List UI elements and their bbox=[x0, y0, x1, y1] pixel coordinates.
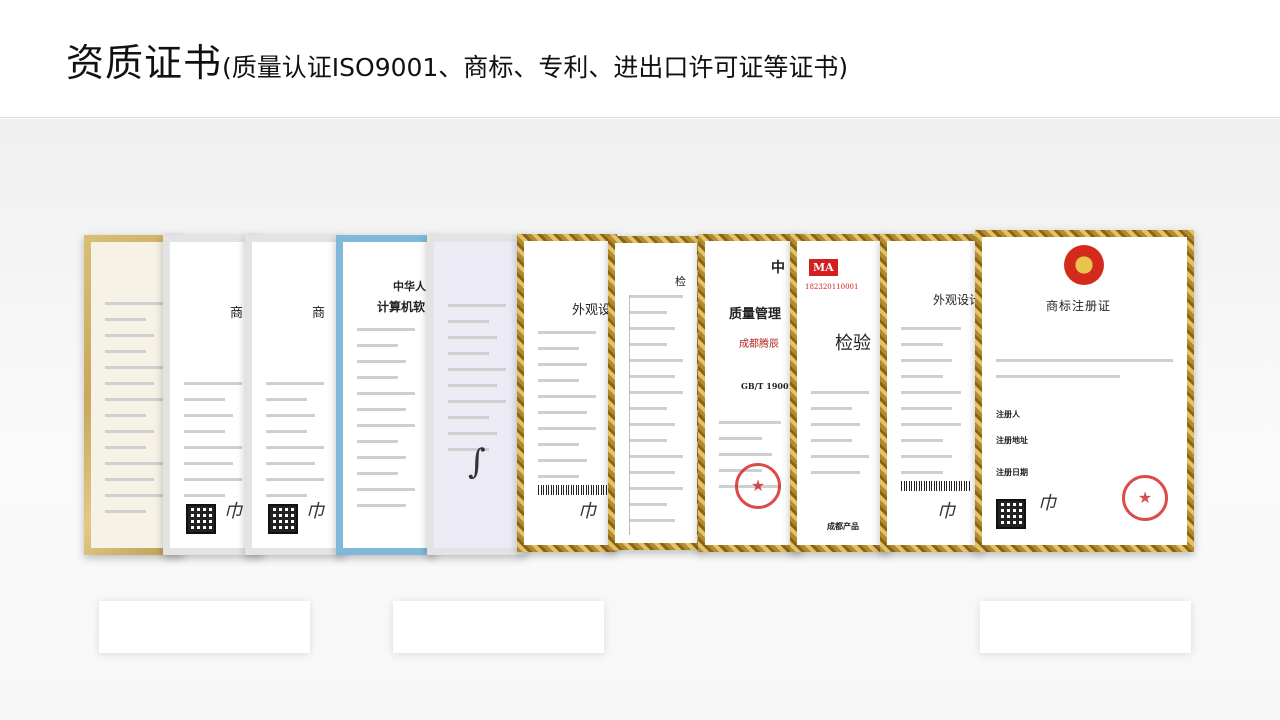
certificate-heading: 质量管理 bbox=[729, 307, 782, 322]
signature-icon: 巾 bbox=[224, 501, 242, 522]
certificate-text-lines bbox=[105, 302, 163, 526]
qr-code-icon bbox=[268, 504, 298, 534]
date-label: 注册日期 bbox=[996, 467, 1028, 477]
certificate-paper: 中 质量管理 成都腾辰 GB/T 19001-20 bbox=[705, 241, 802, 545]
page-header: 资质证书(质量认证ISO9001、商标、专利、进出口许可证等证书) bbox=[0, 0, 1280, 118]
certificate-heading: 检 bbox=[675, 275, 686, 288]
red-seal-icon bbox=[735, 463, 781, 509]
barcode-icon bbox=[901, 481, 971, 491]
signature-icon: 巾 bbox=[937, 501, 955, 522]
page-title-sub: (质量认证ISO9001、商标、专利、进出口许可证等证书) bbox=[222, 53, 849, 82]
certificate-card[interactable]: 外观设 巾 bbox=[517, 234, 617, 552]
certificate-top-text: 中华人 bbox=[393, 280, 426, 293]
page-title-main: 资质证书 bbox=[66, 41, 223, 85]
certificate-heading: 商标注册证 bbox=[1046, 299, 1112, 313]
certificate-heading: 商 bbox=[312, 306, 326, 321]
certificate-paper: 商 巾 bbox=[252, 242, 338, 548]
certificate-card[interactable]: 中 质量管理 成都腾辰 GB/T 19001-20 bbox=[698, 234, 802, 552]
certificate-company: 成都腾辰 bbox=[739, 339, 779, 350]
certificate-heading: 外观设 bbox=[572, 303, 612, 318]
signature-icon: 巾 bbox=[1038, 493, 1056, 514]
certificate-text-lines bbox=[901, 327, 961, 487]
certificate-logo: 中 bbox=[771, 260, 785, 276]
certificate-heading: 外观设计 bbox=[933, 293, 982, 307]
signature-icon: ∫ bbox=[468, 442, 486, 482]
qr-code-icon bbox=[996, 499, 1026, 529]
certificate-company: 成都产品 bbox=[827, 521, 859, 531]
barcode-icon bbox=[538, 485, 608, 495]
cma-logo-icon: MA bbox=[809, 259, 838, 276]
registrant-label: 注册人 bbox=[996, 409, 1020, 419]
certificate-card[interactable]: 商标注册证 注册人 注册地址 注册日期 巾 bbox=[975, 230, 1194, 552]
certificate-paper: MA 182320110001 检验 成都产品 bbox=[797, 241, 883, 545]
certificate-card[interactable]: 商 巾 bbox=[245, 235, 345, 555]
certificate-text-lines bbox=[996, 359, 1173, 391]
address-label: 注册地址 bbox=[996, 435, 1028, 445]
certificate-heading: 检验 bbox=[835, 333, 871, 354]
caption-box bbox=[99, 601, 310, 653]
national-emblem-icon bbox=[1064, 245, 1104, 285]
certificate-paper: ∫ bbox=[434, 242, 520, 548]
certificate-paper: 商 巾 bbox=[170, 242, 256, 548]
certificate-card[interactable]: 检 bbox=[608, 236, 704, 550]
certificate-card[interactable]: ∫ bbox=[427, 235, 527, 555]
certificate-paper: 检 bbox=[615, 243, 697, 543]
certificate-paper: 外观设计 巾 bbox=[887, 241, 981, 545]
certificate-card[interactable]: 外观设计 巾 bbox=[880, 234, 982, 552]
signature-icon: 巾 bbox=[306, 501, 324, 522]
certificate-paper: 中华人 计算机软 bbox=[343, 242, 429, 548]
qr-code-icon bbox=[186, 504, 216, 534]
certificate-table-lines bbox=[629, 295, 683, 535]
certificate-paper: 外观设 巾 bbox=[524, 241, 612, 545]
certificate-text-lines bbox=[538, 331, 596, 491]
certificate-heading: 计算机软 bbox=[377, 300, 426, 314]
certificate-card[interactable]: MA 182320110001 检验 成都产品 bbox=[790, 234, 890, 552]
certificate-number: 182320110001 bbox=[805, 283, 859, 291]
red-seal-icon bbox=[1122, 475, 1168, 521]
caption-box bbox=[980, 601, 1191, 653]
certificate-card[interactable]: 中华人 计算机软 bbox=[336, 235, 436, 555]
signature-icon: 巾 bbox=[578, 501, 596, 522]
certificate-text-lines bbox=[266, 382, 324, 510]
certificate-text-lines bbox=[184, 382, 242, 510]
certificate-text-lines bbox=[357, 328, 415, 520]
certificate-heading: 商 bbox=[230, 306, 244, 321]
certificate-text-lines bbox=[448, 304, 506, 464]
certificate-paper: 商标注册证 注册人 注册地址 注册日期 巾 bbox=[982, 237, 1187, 545]
caption-box bbox=[393, 601, 604, 653]
certificate-text-lines bbox=[811, 391, 869, 487]
page-title: 资质证书(质量认证ISO9001、商标、专利、进出口许可证等证书) bbox=[66, 44, 848, 82]
